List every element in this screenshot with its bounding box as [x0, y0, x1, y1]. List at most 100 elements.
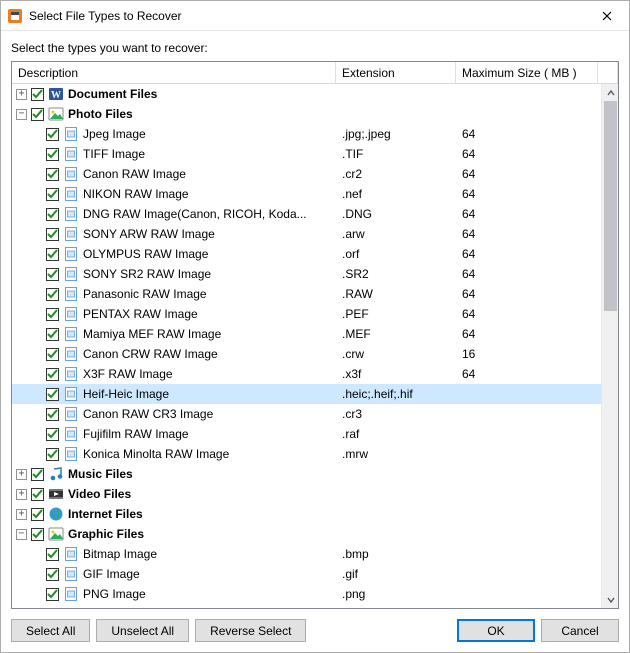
checkbox[interactable]	[31, 88, 44, 101]
ok-button[interactable]: OK	[457, 619, 535, 642]
file-icon	[63, 206, 79, 222]
row-extension: .MEF	[336, 327, 456, 341]
select-all-button[interactable]: Select All	[11, 619, 90, 642]
expand-icon[interactable]: +	[16, 89, 27, 100]
checkbox[interactable]	[46, 268, 59, 281]
checkbox[interactable]	[31, 488, 44, 501]
checkbox[interactable]	[46, 228, 59, 241]
tree-item-row[interactable]: PNG Image.png	[12, 584, 601, 604]
file-icon	[63, 446, 79, 462]
prompt-label: Select the types you want to recover:	[1, 31, 629, 61]
checkbox[interactable]	[46, 148, 59, 161]
checkbox[interactable]	[31, 108, 44, 121]
checkbox[interactable]	[46, 348, 59, 361]
row-label: Heif-Heic Image	[83, 387, 169, 401]
tree-item-row[interactable]: Konica Minolta RAW Image.mrw	[12, 444, 601, 464]
expand-icon[interactable]: +	[16, 509, 27, 520]
row-extension: .heic;.heif;.hif	[336, 387, 456, 401]
tree-item-row[interactable]: TIFF Image.TIF64	[12, 144, 601, 164]
tree-category-row[interactable]: −Photo Files	[12, 104, 601, 124]
checkbox[interactable]	[46, 368, 59, 381]
checkbox[interactable]	[46, 448, 59, 461]
tree-item-row[interactable]: DNG RAW Image(Canon, RICOH, Koda....DNG6…	[12, 204, 601, 224]
row-label: Jpeg Image	[83, 127, 146, 141]
row-maxsize: 64	[456, 127, 598, 141]
expand-icon[interactable]: +	[16, 489, 27, 500]
checkbox[interactable]	[31, 508, 44, 521]
tree-item-row[interactable]: Fujifilm RAW Image.raf	[12, 424, 601, 444]
music-icon	[48, 466, 64, 482]
tree-item-row[interactable]: Bitmap Image.bmp	[12, 544, 601, 564]
row-maxsize: 64	[456, 307, 598, 321]
scroll-thumb[interactable]	[604, 101, 617, 311]
scroll-up-arrow[interactable]	[602, 84, 618, 101]
tree-category-row[interactable]: +WDocument Files	[12, 84, 601, 104]
tree-category-row[interactable]: −Graphic Files	[12, 524, 601, 544]
checkbox[interactable]	[46, 168, 59, 181]
tree-item-row[interactable]: SONY ARW RAW Image.arw64	[12, 224, 601, 244]
checkbox[interactable]	[46, 388, 59, 401]
expand-icon[interactable]: +	[16, 469, 27, 480]
row-extension: .jpg;.jpeg	[336, 127, 456, 141]
tree-item-row[interactable]: Canon CRW RAW Image.crw16	[12, 344, 601, 364]
tree-category-row[interactable]: +Music Files	[12, 464, 601, 484]
tree-item-row[interactable]: SONY SR2 RAW Image.SR264	[12, 264, 601, 284]
file-icon	[63, 586, 79, 602]
collapse-icon[interactable]: −	[16, 529, 27, 540]
tree-item-row[interactable]: OLYMPUS RAW Image.orf64	[12, 244, 601, 264]
dialog-footer: Select All Unselect All Reverse Select O…	[1, 609, 629, 652]
checkbox[interactable]	[46, 188, 59, 201]
tree-category-row[interactable]: +Internet Files	[12, 504, 601, 524]
row-extension: .cr3	[336, 407, 456, 421]
globe-icon	[48, 506, 64, 522]
collapse-icon[interactable]: −	[16, 109, 27, 120]
tree-item-row[interactable]: Panasonic RAW Image.RAW64	[12, 284, 601, 304]
scroll-down-arrow[interactable]	[602, 591, 618, 608]
tree-item-row[interactable]: Mamiya MEF RAW Image.MEF64	[12, 324, 601, 344]
file-icon	[63, 146, 79, 162]
picture-icon	[48, 526, 64, 542]
row-extension: .raf	[336, 427, 456, 441]
row-maxsize: 64	[456, 287, 598, 301]
tree-item-row[interactable]: NIKON RAW Image.nef64	[12, 184, 601, 204]
row-extension: .nef	[336, 187, 456, 201]
checkbox[interactable]	[46, 208, 59, 221]
row-maxsize: 64	[456, 187, 598, 201]
column-header-maxsize[interactable]: Maximum Size ( MB )	[456, 62, 598, 83]
checkbox[interactable]	[46, 588, 59, 601]
checkbox[interactable]	[46, 288, 59, 301]
cancel-button[interactable]: Cancel	[541, 619, 619, 642]
row-maxsize: 64	[456, 367, 598, 381]
checkbox[interactable]	[46, 548, 59, 561]
checkbox[interactable]	[46, 308, 59, 321]
row-label: Mamiya MEF RAW Image	[83, 327, 221, 341]
checkbox[interactable]	[46, 248, 59, 261]
video-icon	[48, 486, 64, 502]
tree-item-row[interactable]: PENTAX RAW Image.PEF64	[12, 304, 601, 324]
column-header-extension[interactable]: Extension	[336, 62, 456, 83]
unselect-all-button[interactable]: Unselect All	[96, 619, 189, 642]
checkbox[interactable]	[31, 528, 44, 541]
tree-item-row[interactable]: Jpeg Image .jpg;.jpeg64	[12, 124, 601, 144]
reverse-select-button[interactable]: Reverse Select	[195, 619, 306, 642]
tree-item-row[interactable]: X3F RAW Image.x3f64	[12, 364, 601, 384]
close-button[interactable]	[585, 1, 629, 31]
tree-rows[interactable]: +WDocument Files−Photo Files Jpeg Image .j…	[12, 84, 601, 608]
column-header-description[interactable]: Description	[12, 62, 336, 83]
tree-item-row[interactable]: Heif-Heic Image .heic;.heif;.hif	[12, 384, 601, 404]
file-icon	[63, 366, 79, 382]
row-extension: .orf	[336, 247, 456, 261]
checkbox[interactable]	[31, 468, 44, 481]
file-icon	[63, 566, 79, 582]
tree-item-row[interactable]: Canon RAW CR3 Image.cr3	[12, 404, 601, 424]
tree-category-row[interactable]: +Video Files	[12, 484, 601, 504]
checkbox[interactable]	[46, 428, 59, 441]
checkbox[interactable]	[46, 128, 59, 141]
vertical-scrollbar[interactable]	[601, 84, 618, 608]
tree-item-row[interactable]: GIF Image.gif	[12, 564, 601, 584]
tree-item-row[interactable]: Canon RAW Image.cr264	[12, 164, 601, 184]
row-maxsize: 64	[456, 267, 598, 281]
checkbox[interactable]	[46, 408, 59, 421]
checkbox[interactable]	[46, 328, 59, 341]
checkbox[interactable]	[46, 568, 59, 581]
